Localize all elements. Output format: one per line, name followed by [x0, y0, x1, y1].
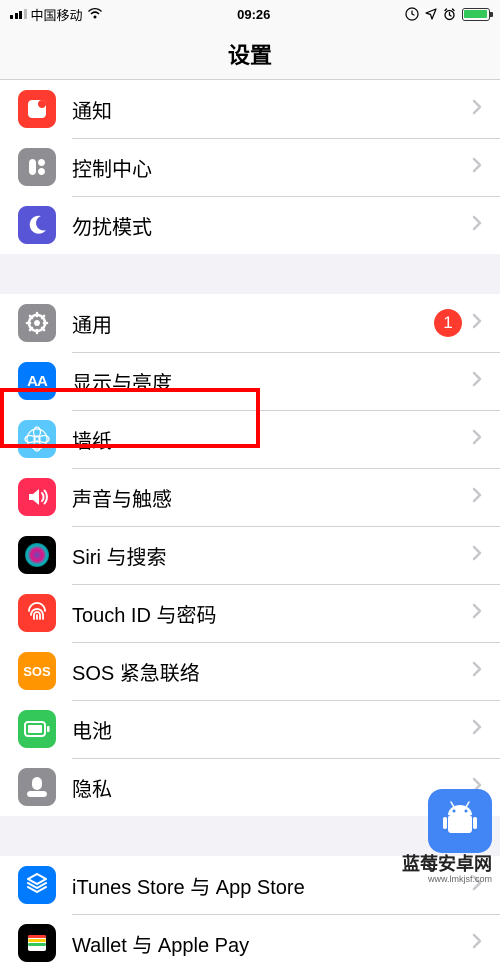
carrier-label: 中国移动	[31, 5, 83, 24]
row-label: 电池	[72, 715, 472, 744]
row-label: SOS 紧急联络	[72, 657, 472, 686]
settings-row-dnd[interactable]: 勿扰模式	[0, 196, 500, 254]
settings-row-privacy[interactable]: 隐私	[0, 758, 500, 816]
settings-row-sos[interactable]: SOS SOS 紧急联络	[0, 642, 500, 700]
chevron-right-icon	[472, 98, 482, 121]
chevron-right-icon	[472, 486, 482, 509]
chevron-right-icon	[472, 718, 482, 741]
wallpaper-icon	[18, 420, 56, 458]
control-center-icon	[18, 148, 56, 186]
row-label: 墙纸	[72, 425, 472, 454]
chevron-right-icon	[472, 156, 482, 179]
privacy-icon	[18, 768, 56, 806]
row-label: 隐私	[72, 773, 472, 802]
settings-row-control-center[interactable]: 控制中心	[0, 138, 500, 196]
row-label: Siri 与搜索	[72, 541, 472, 570]
row-label: 勿扰模式	[72, 211, 472, 240]
settings-row-general[interactable]: 通用1	[0, 294, 500, 352]
notification-badge: 1	[434, 309, 462, 337]
watermark-url: www.lmkjsf.com	[402, 875, 492, 885]
status-time: 09:26	[237, 7, 270, 22]
chevron-right-icon	[472, 660, 482, 683]
chevron-right-icon	[472, 370, 482, 393]
general-icon	[18, 304, 56, 342]
chevron-right-icon	[472, 214, 482, 237]
rotation-lock-icon	[405, 7, 419, 21]
settings-group: 通用1 AA 显示与亮度墙纸声音与触感 Siri 与搜索 Touch ID 与密码 SOS…	[0, 294, 500, 816]
chevron-right-icon	[472, 428, 482, 451]
battery-icon	[462, 8, 490, 21]
settings-row-touchid[interactable]: Touch ID 与密码	[0, 584, 500, 642]
notifications-icon	[18, 90, 56, 128]
row-label: Wallet 与 Apple Pay	[72, 929, 472, 958]
itunes-icon	[18, 866, 56, 904]
status-bar: 中国移动 09:26	[0, 0, 500, 28]
siri-icon	[18, 536, 56, 574]
chevron-right-icon	[472, 602, 482, 625]
nav-bar: 设置	[0, 28, 500, 80]
settings-row-wallet[interactable]: Wallet 与 Apple Pay	[0, 914, 500, 972]
chevron-right-icon	[472, 932, 482, 955]
watermark-title: 蓝莓安卓网	[402, 854, 492, 874]
settings-row-notifications[interactable]: 通知	[0, 80, 500, 138]
page-title: 设置	[228, 38, 272, 70]
settings-row-sounds[interactable]: 声音与触感	[0, 468, 500, 526]
wallet-icon	[18, 924, 56, 962]
row-label: 声音与触感	[72, 483, 472, 512]
sounds-icon	[18, 478, 56, 516]
dnd-icon	[18, 206, 56, 244]
touchid-icon	[18, 594, 56, 632]
chevron-right-icon	[472, 544, 482, 567]
watermark-text: 蓝莓安卓网 www.lmkjsf.com	[402, 855, 492, 885]
watermark-logo	[428, 789, 492, 853]
settings-row-wallpaper[interactable]: 墙纸	[0, 410, 500, 468]
signal-icon	[10, 9, 27, 19]
row-label: 显示与亮度	[72, 367, 472, 396]
alarm-icon	[443, 8, 456, 21]
wifi-icon	[87, 8, 103, 20]
display-icon: AA	[18, 362, 56, 400]
status-right	[405, 7, 490, 21]
status-left: 中国移动	[10, 5, 103, 24]
row-label: 通知	[72, 95, 472, 124]
battery-icon	[18, 710, 56, 748]
settings-group: 通知控制中心勿扰模式	[0, 80, 500, 254]
settings-row-battery[interactable]: 电池	[0, 700, 500, 758]
row-label: Touch ID 与密码	[72, 599, 472, 628]
settings-row-siri[interactable]: Siri 与搜索	[0, 526, 500, 584]
row-label: 通用	[72, 309, 434, 338]
row-label: 控制中心	[72, 153, 472, 182]
chevron-right-icon	[472, 312, 482, 335]
location-icon	[425, 8, 437, 20]
android-robot-icon	[438, 799, 482, 843]
settings-row-display[interactable]: AA 显示与亮度	[0, 352, 500, 410]
sos-icon: SOS	[18, 652, 56, 690]
